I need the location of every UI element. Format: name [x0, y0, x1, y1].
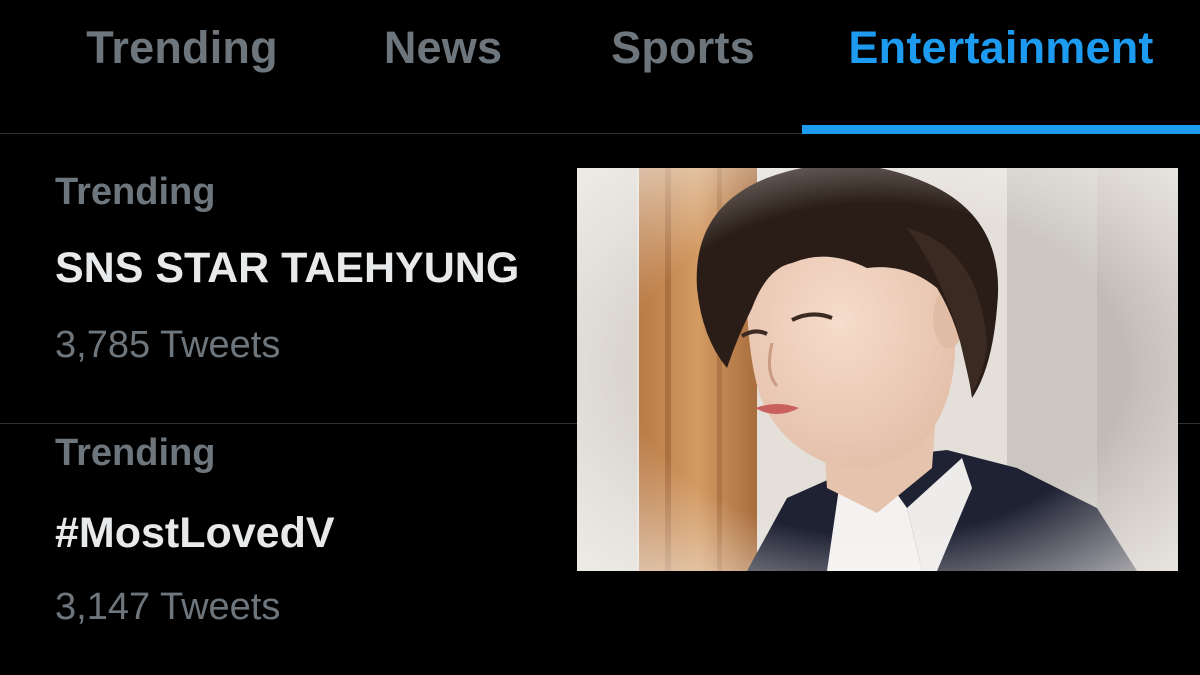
tab-trending[interactable]: Trending [62, 0, 302, 134]
tab-label: Entertainment [848, 22, 1154, 73]
trend-tweet-count: 3,785 Tweets [55, 324, 281, 366]
trend-tweet-count: 3,147 Tweets [55, 586, 281, 628]
tab-sports[interactable]: Sports [588, 0, 778, 134]
tab-for-you[interactable] [0, 0, 10, 134]
explore-tab-bar: Trending News Sports Entertainment [0, 0, 1200, 134]
trend-name: #MostLovedV [55, 509, 335, 557]
trend-context: Trending [55, 432, 216, 474]
tab-entertainment[interactable]: Entertainment [802, 0, 1200, 134]
trend-name: SNS STAR TAEHYUNG [55, 244, 520, 292]
tab-label: Sports [611, 22, 755, 73]
active-tab-indicator [802, 125, 1200, 134]
portrait-illustration [577, 168, 1178, 571]
tab-news[interactable]: News [362, 0, 524, 134]
tab-label: News [383, 22, 503, 73]
trend-context: Trending [55, 171, 216, 213]
trend-photo[interactable] [577, 168, 1178, 571]
tab-label: Trending [86, 22, 278, 73]
